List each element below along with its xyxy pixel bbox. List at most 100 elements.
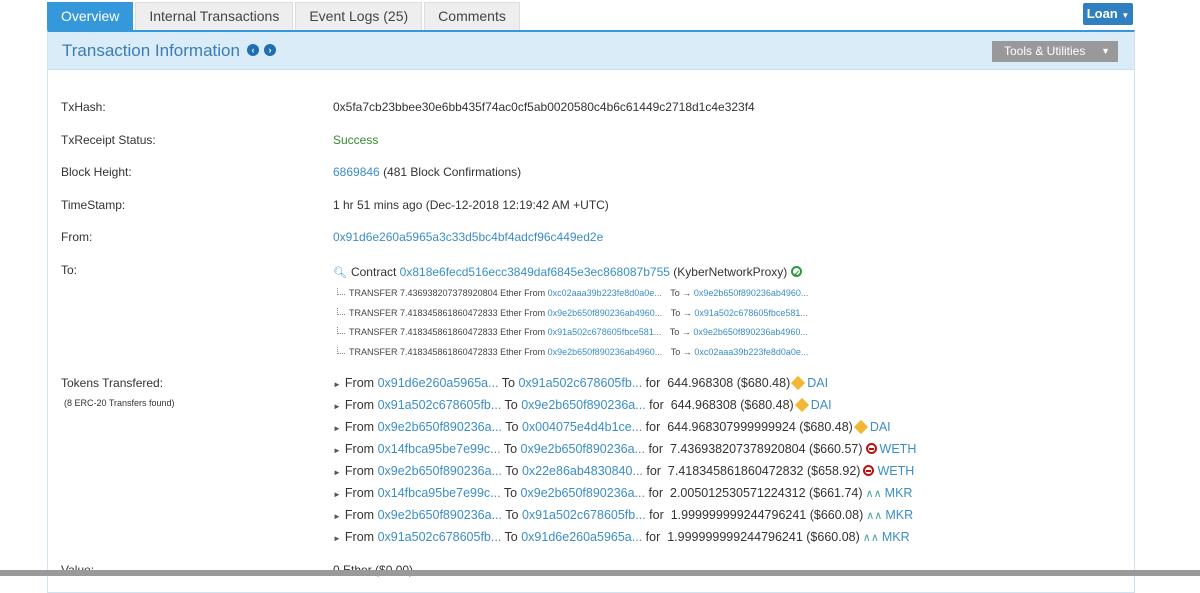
token-to-link[interactable]: 0x9e2b650f890236a...	[521, 486, 645, 500]
dai-icon	[791, 375, 806, 390]
from-label: From:	[61, 230, 93, 244]
token-to-link[interactable]: 0x004075e4d4b1ce...	[522, 420, 642, 434]
arrow-right-icon: →	[682, 346, 692, 357]
mkr-icon: ∧∧	[866, 510, 883, 523]
from-word: From	[344, 376, 375, 390]
tokens-sublabel: (8 ERC-20 Transfers found)	[64, 398, 175, 408]
token-transfer-row: ► From 0x91d6e260a5965a... To 0x91a502c67…	[333, 375, 828, 390]
from-word: From	[344, 420, 375, 434]
txhash-value: 0x5fa7cb23bbee30e6bb435f74ac0cf5ab002058…	[333, 100, 755, 114]
token-from-link[interactable]: 0x9e2b650f890236a...	[378, 508, 502, 522]
for-word: for	[649, 508, 664, 522]
tree-connector-icon	[337, 288, 345, 295]
arrow-right-icon: →	[682, 307, 692, 318]
contract-name: (KyberNetworkProxy)	[673, 265, 788, 279]
bullet-arrow-icon: ►	[333, 446, 341, 455]
transfer-from-link[interactable]: 0x9e2b650f890236ab4960...	[548, 347, 663, 357]
contract-prefix: Contract	[350, 265, 397, 279]
to-word: To	[504, 530, 518, 544]
details: TxHash: 0x5fa7cb23bbee30e6bb435f74ac0cf5…	[47, 0, 1133, 577]
token-amount: 2.005012530571224312 ($661.74)	[670, 486, 863, 500]
token-amount: 7.418345861860472832 ($658.92)	[667, 464, 861, 478]
transfer-amount: TRANSFER 7.418345861860472833 Ether From	[349, 327, 546, 337]
token-to-link[interactable]: 0x91a502c678605fb...	[522, 508, 646, 522]
from-word: From	[344, 508, 375, 522]
to-value: 🔍︎ Contract 0x818e6fecd516ecc3849daf6845e…	[333, 265, 803, 279]
contract-address-link[interactable]: 0x818e6fecd516ecc3849daf6845e3ec868087b7…	[400, 265, 670, 279]
transfer-to-link[interactable]: 0x91a502c678605fbce581...	[694, 308, 808, 318]
for-word: for	[645, 530, 661, 544]
to-word: To	[504, 398, 518, 412]
for-word: for	[645, 376, 661, 390]
to-word: To	[505, 464, 519, 478]
token-symbol-link[interactable]: DAI	[807, 376, 828, 390]
mkr-icon: ∧∧	[865, 488, 882, 501]
token-from-link[interactable]: 0x91a502c678605fb...	[378, 398, 502, 412]
token-symbol-link[interactable]: DAI	[870, 420, 891, 434]
token-from-link[interactable]: 0x9e2b650f890236a...	[378, 420, 502, 434]
bullet-arrow-icon: ►	[333, 468, 341, 477]
token-amount: 644.968308 ($680.48)	[667, 376, 791, 390]
transfer-to-link[interactable]: 0x9e2b650f890236ab4960...	[693, 327, 808, 337]
token-to-link[interactable]: 0x91a502c678605fb...	[518, 376, 642, 390]
from-word: From	[344, 530, 375, 544]
search-icon[interactable]: 🔍︎	[333, 267, 347, 279]
transfer-from-link[interactable]: 0xc02aaa39b223fe8d0a0e...	[548, 288, 662, 298]
transfer-to-word: To	[670, 307, 681, 318]
token-from-link[interactable]: 0x9e2b650f890236a...	[378, 464, 502, 478]
token-symbol-link[interactable]: MKR	[885, 486, 913, 500]
dai-icon	[853, 419, 868, 434]
token-from-link[interactable]: 0x14fbca95be7e99c...	[378, 486, 501, 500]
tokens-label: Tokens Transfered:	[61, 376, 164, 390]
token-transfer-row: ► From 0x91a502c678605fb... To 0x91d6e260…	[333, 530, 910, 544]
bullet-arrow-icon: ►	[333, 402, 341, 411]
transfer-from-link[interactable]: 0x91a502c678605fbce581...	[548, 327, 662, 337]
from-address-link[interactable]: 0x91d6e260a5965a3c33d5bc4bf4adcf96c449ed…	[333, 230, 603, 244]
dai-icon	[794, 397, 809, 412]
timestamp-label: TimeStamp:	[61, 198, 126, 212]
transfer-to-word: To	[670, 288, 680, 298]
status-label: TxReceipt Status:	[61, 133, 156, 147]
verified-check-icon: ✓	[791, 266, 803, 278]
token-amount: 644.968308 ($680.48)	[670, 398, 794, 412]
bullet-arrow-icon: ►	[333, 490, 341, 499]
arrow-right-icon: →	[682, 288, 692, 298]
timestamp-value: 1 hr 51 mins ago (Dec-12-2018 12:19:42 A…	[333, 198, 609, 212]
transfer-to-link[interactable]: 0x9e2b650f890236ab4960...	[694, 288, 809, 298]
arrow-right-icon: →	[681, 327, 691, 337]
tree-connector-icon	[337, 307, 345, 315]
block-label: Block Height:	[61, 165, 132, 179]
transfer-from-link[interactable]: 0x9e2b650f890236ab4960...	[548, 308, 663, 318]
weth-icon	[863, 465, 875, 477]
from-word: From	[344, 486, 375, 500]
token-to-link[interactable]: 0x9e2b650f890236a...	[521, 398, 645, 412]
internal-transfer-row: TRANSFER 7.436938207378920804 Ether From…	[337, 288, 808, 298]
for-word: for	[648, 442, 664, 456]
token-symbol-link[interactable]: MKR	[882, 530, 910, 544]
transfer-to-link[interactable]: 0xc02aaa39b223fe8d0a0e...	[694, 347, 808, 357]
token-symbol-link[interactable]: WETH	[880, 442, 917, 456]
block-link[interactable]: 6869846	[333, 165, 380, 179]
token-from-link[interactable]: 0x91a502c678605fb...	[378, 530, 502, 544]
internal-transfer-row: TRANSFER 7.418345861860472833 Ether From…	[337, 327, 808, 337]
horizontal-scrollbar[interactable]	[0, 570, 1200, 576]
from-word: From	[344, 398, 375, 412]
mkr-icon: ∧∧	[862, 532, 879, 545]
token-to-link[interactable]: 0x22e86ab4830840...	[522, 464, 643, 478]
token-from-link[interactable]: 0x14fbca95be7e99c...	[378, 442, 501, 456]
token-from-link[interactable]: 0x91d6e260a5965a...	[378, 376, 499, 390]
transfer-to-word: To	[670, 346, 681, 357]
block-confirmations: (481 Block Confirmations)	[383, 165, 522, 179]
to-word: To	[505, 508, 519, 522]
transfer-amount: TRANSFER 7.418345861860472833 Ether From	[349, 307, 546, 318]
transfer-amount: TRANSFER 7.418345861860472833 Ether From	[349, 346, 546, 357]
token-symbol-link[interactable]: WETH	[877, 464, 914, 478]
token-symbol-link[interactable]: MKR	[885, 508, 913, 522]
token-to-link[interactable]: 0x9e2b650f890236a...	[521, 442, 645, 456]
token-symbol-link[interactable]: DAI	[811, 398, 832, 412]
bullet-arrow-icon: ►	[333, 534, 341, 543]
token-transfer-row: ► From 0x14fbca95be7e99c... To 0x9e2b650f…	[333, 486, 912, 500]
for-word: for	[646, 464, 661, 478]
to-word: To	[503, 442, 518, 456]
token-to-link[interactable]: 0x91d6e260a5965a...	[521, 530, 642, 544]
